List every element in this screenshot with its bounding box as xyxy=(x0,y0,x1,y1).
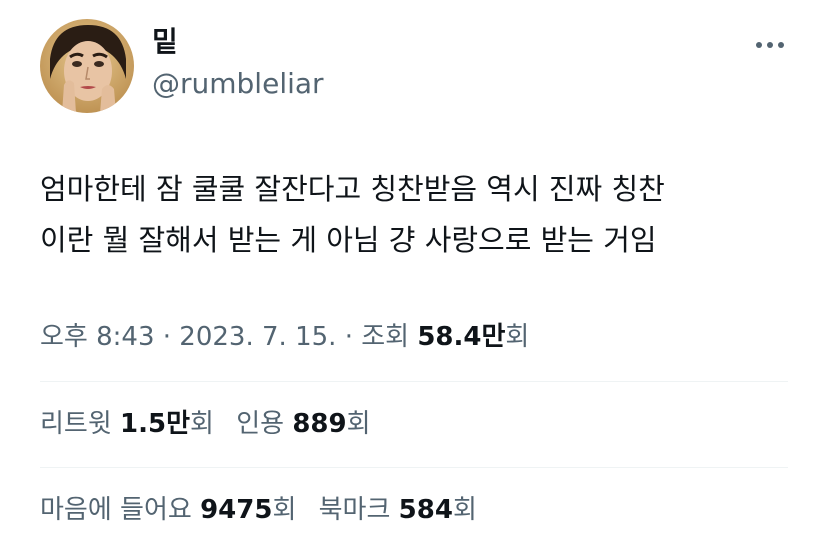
views-suffix: 회 xyxy=(505,322,530,352)
likes-label: 마음에 들어요 xyxy=(40,495,192,525)
likes-bookmarks-stats: 마음에 들어요 9475회 북마크 584회 xyxy=(40,491,491,529)
views-label: 조회 xyxy=(361,322,410,352)
meta-separator: · xyxy=(162,322,172,352)
tweet-time[interactable]: 오후 8:43 xyxy=(40,322,155,352)
likes-stat[interactable]: 마음에 들어요 9475회 xyxy=(40,491,296,529)
quotes-label: 인용 xyxy=(236,409,285,439)
likes-suffix: 회 xyxy=(272,495,297,525)
quotes-stat[interactable]: 인용 889회 xyxy=(236,405,370,443)
quotes-count: 889 xyxy=(292,409,347,439)
tweet-date[interactable]: 2023. 7. 15. xyxy=(179,322,336,352)
tweet-text-line: 엄마한테 잠 쿨쿨 잘잔다고 칭찬받음 역시 진짜 칭찬 xyxy=(40,172,665,206)
bookmarks-suffix: 회 xyxy=(452,495,477,525)
tweet-detail: 밑 @rumbleliar 엄마한테 잠 쿨쿨 잘잔다고 칭찬받음 역시 진짜 … xyxy=(0,0,828,549)
user-handle[interactable]: @rumbleliar xyxy=(152,66,324,102)
retweet-quote-stats: 리트윗 1.5만회 인용 889회 xyxy=(40,405,385,443)
avatar[interactable] xyxy=(40,19,134,113)
quotes-suffix: 회 xyxy=(346,409,371,439)
bookmarks-stat[interactable]: 북마크 584회 xyxy=(319,491,477,529)
retweets-suffix: 회 xyxy=(190,409,214,439)
tweet-meta: 오후 8:43 · 2023. 7. 15. · 조회 58.4만회 xyxy=(40,318,529,356)
tweet-text-line: 이란 뭘 잘해서 받는 게 아님 걍 사랑으로 받는 거임 xyxy=(40,223,657,257)
tweet-text: 엄마한테 잠 쿨쿨 잘잔다고 칭찬받음 역시 진짜 칭찬 이란 뭘 잘해서 받는… xyxy=(40,164,800,266)
retweets-label: 리트윗 xyxy=(40,409,112,439)
more-options-button[interactable] xyxy=(750,30,790,60)
divider xyxy=(40,381,788,382)
likes-count: 9475 xyxy=(200,495,273,525)
more-horizontal-icon xyxy=(756,42,784,48)
divider xyxy=(40,467,788,468)
bookmarks-label: 북마크 xyxy=(318,495,391,525)
display-name[interactable]: 밑 xyxy=(152,24,178,60)
retweets-stat[interactable]: 리트윗 1.5만회 xyxy=(40,405,214,443)
retweets-count: 1.5만 xyxy=(120,409,191,439)
views-count: 58.4만 xyxy=(417,322,506,352)
meta-separator: · xyxy=(344,322,353,352)
bookmarks-count: 584 xyxy=(398,495,453,525)
